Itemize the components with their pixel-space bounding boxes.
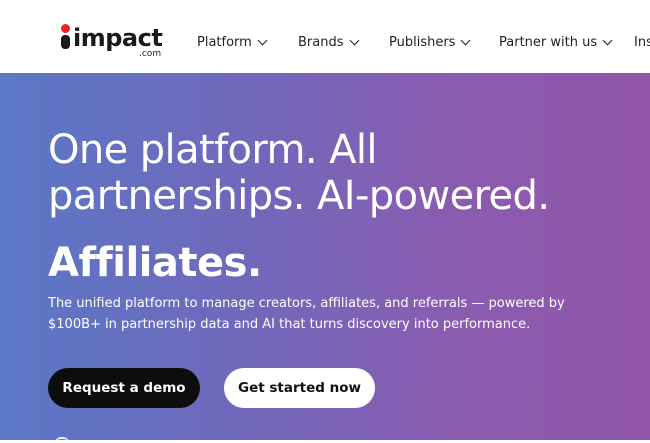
chevron-down-icon xyxy=(602,35,613,45)
nav-item-label: Platform xyxy=(197,34,252,50)
nav-item-label: Partner with us xyxy=(499,34,598,50)
hero-headline: One platform. All partnerships. AI-power… xyxy=(48,127,550,219)
partial-arc-icon xyxy=(55,437,69,443)
chevron-down-icon xyxy=(349,35,359,45)
logo-i-stem xyxy=(61,35,70,49)
nav-item-publishers[interactable]: Publishers xyxy=(389,33,471,51)
nav-item-label: Brands xyxy=(298,34,344,50)
get-started-button[interactable]: Get started now xyxy=(224,368,375,408)
nav-item-platform[interactable]: Platform xyxy=(197,33,268,51)
nav-item-brands[interactable]: Brands xyxy=(298,33,359,51)
site-header: impact .com Platform Brands Publishers P… xyxy=(0,0,650,73)
logo-domain: .com xyxy=(139,49,162,59)
hero-rotating-word: Affiliates. xyxy=(48,240,262,286)
nav-item-label: Publishers xyxy=(389,34,456,50)
hero-subtext: The unified platform to manage creators,… xyxy=(48,296,565,332)
nav-item-label: Ins xyxy=(634,34,650,50)
nav-item-partner-with-us[interactable]: Partner with us xyxy=(499,33,613,51)
chevron-down-icon xyxy=(461,35,471,45)
request-demo-button[interactable]: Request a demo xyxy=(48,368,200,408)
chevron-down-icon xyxy=(257,35,268,45)
logo-wordmark: impact xyxy=(73,24,163,52)
nav-item-insights[interactable]: Ins xyxy=(634,33,650,51)
hero-section: One platform. All partnerships. AI-power… xyxy=(0,73,650,440)
impact-logo[interactable]: impact .com xyxy=(60,22,170,62)
logo-dot-icon xyxy=(61,24,70,33)
